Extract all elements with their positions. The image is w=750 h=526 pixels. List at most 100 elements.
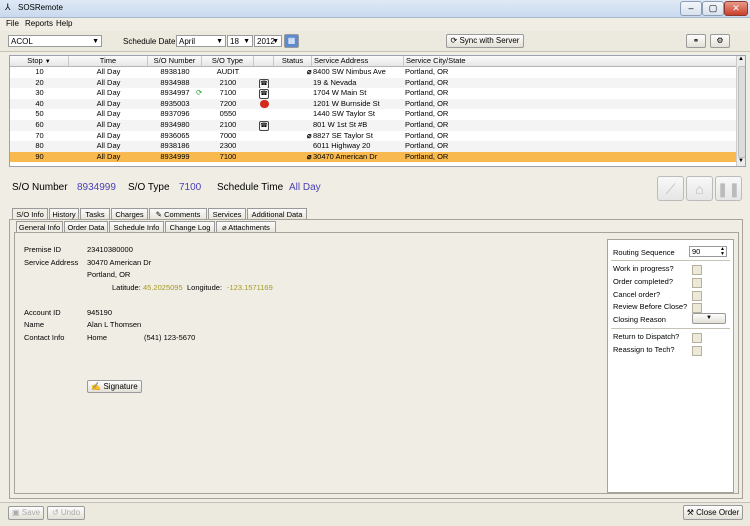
cell-type: 2100 bbox=[219, 77, 237, 87]
column-so-type[interactable]: S/O Type bbox=[202, 56, 254, 66]
spinner-arrows-icon[interactable]: ▲ ▼ bbox=[720, 247, 725, 257]
year-select[interactable]: 2012 ▼ bbox=[254, 35, 282, 47]
work-in-progress-checkbox[interactable] bbox=[692, 265, 702, 275]
column-stop[interactable]: Stop ▼ bbox=[10, 56, 69, 66]
menu-file[interactable]: File bbox=[6, 19, 19, 28]
table-row[interactable]: 20 All Day 8934988 2100 19 & Nevada Portland,… bbox=[10, 77, 737, 89]
table-row[interactable]: 50 All Day 8937096 0550 1440 SW Taylor St Por… bbox=[10, 109, 737, 120]
tab-tasks[interactable]: Tasks bbox=[80, 208, 110, 219]
return-to-dispatch-label: Return to Dispatch? bbox=[613, 332, 680, 341]
column-icon[interactable] bbox=[254, 56, 274, 66]
subtab-change-log[interactable]: Change Log bbox=[165, 221, 215, 232]
scroll-down-icon[interactable]: ▼ bbox=[737, 158, 745, 166]
cell-city: Portland, OR bbox=[405, 77, 449, 87]
menu-reports[interactable]: Reports bbox=[25, 19, 53, 28]
sync-icon: ⟳ bbox=[450, 36, 458, 45]
subtab-order-data[interactable]: Order Data bbox=[64, 221, 108, 232]
undo-button[interactable]: ↺ Undo bbox=[47, 506, 85, 520]
save-label: Save bbox=[21, 508, 41, 517]
table-row[interactable]: 90 All Day 8934999 7100 30470 American Dr Por… bbox=[10, 151, 737, 163]
closing-reason-select[interactable]: ▼ bbox=[692, 313, 726, 324]
route-button[interactable]: ⟋ bbox=[657, 176, 684, 201]
subtab-schedule-info[interactable]: Schedule Info bbox=[109, 221, 164, 232]
pause-icon: ❚❚ bbox=[716, 181, 741, 197]
table-row[interactable]: 60 All Day 8934980 2100 801 W 1st St #B Portl… bbox=[10, 120, 737, 131]
chevron-down-icon: ▼ bbox=[706, 315, 712, 321]
calendar-button[interactable]: ▦ bbox=[284, 34, 299, 48]
tab-additional-data[interactable]: Additional Data bbox=[247, 208, 307, 219]
tab-charges[interactable]: Charges bbox=[111, 208, 148, 219]
reassign-to-tech-checkbox[interactable] bbox=[692, 346, 702, 356]
column-service-address[interactable]: Service Address bbox=[312, 56, 404, 66]
scroll-thumb[interactable] bbox=[738, 66, 745, 158]
status-bar: ▣ Save ↺ Undo ⚒ Close Order bbox=[0, 502, 750, 526]
binoculars-icon: ⚭ bbox=[692, 36, 700, 45]
save-button[interactable]: ▣ Save bbox=[8, 506, 44, 520]
schedule-time-value: All Day bbox=[289, 182, 321, 193]
cell-so: 8935003 bbox=[160, 98, 190, 108]
address-line2: Portland, OR bbox=[87, 270, 131, 279]
cancel-order-label: Cancel order? bbox=[613, 290, 661, 299]
cell-so: 8936065 bbox=[160, 130, 190, 140]
title-bar: ⅄ SOSRemote – ▢ ✕ bbox=[0, 0, 750, 18]
account-id-value: 945190 bbox=[87, 308, 113, 317]
routing-sequence-spinner[interactable]: 90 ▲ ▼ bbox=[689, 246, 727, 257]
sync-with-server-button[interactable]: ⟳ Sync with Server bbox=[446, 34, 524, 48]
cell-time: All Day bbox=[96, 120, 121, 129]
tab-comments[interactable]: ✎ Comments bbox=[149, 208, 207, 219]
table-row[interactable]: 10 All Day 8938180 AUDIT 8400 SW Nimbus Ave P… bbox=[10, 67, 737, 78]
column-status[interactable]: Status bbox=[274, 56, 312, 66]
cancel-order-checkbox[interactable] bbox=[692, 291, 702, 301]
cell-so: 8934980 bbox=[160, 120, 190, 129]
signature-button[interactable]: ✍ Signature bbox=[87, 380, 142, 393]
settings-button[interactable]: ⚙ bbox=[710, 34, 730, 48]
column-so-number[interactable]: S/O Number bbox=[148, 56, 202, 66]
column-time[interactable]: Time bbox=[69, 56, 148, 66]
schedule-date-label: Schedule Date bbox=[123, 37, 176, 46]
binoculars-button[interactable]: ⚭ bbox=[686, 34, 706, 48]
cell-city: Portland, OR bbox=[405, 120, 449, 129]
column-service-city-state[interactable]: Service City/State bbox=[404, 56, 737, 66]
month-select[interactable]: April ▼ bbox=[176, 35, 226, 47]
office-select[interactable]: ACOL ▼ bbox=[8, 35, 102, 47]
table-header: Stop ▼ Time S/O Number S/O Type Status S… bbox=[10, 56, 737, 67]
name-label: Name bbox=[24, 320, 45, 329]
minimize-button[interactable]: – bbox=[680, 1, 702, 16]
tab-history[interactable]: History bbox=[49, 208, 79, 219]
cell-city: Portland, OR bbox=[405, 151, 449, 161]
menu-help[interactable]: Help bbox=[56, 19, 72, 28]
review-before-close-checkbox[interactable] bbox=[692, 303, 702, 313]
maximize-button[interactable]: ▢ bbox=[702, 1, 724, 16]
subtab-general-info[interactable]: General Info bbox=[16, 221, 63, 232]
table-row[interactable]: 40 All Day 8935003 7200 1201 W Burnside St Po… bbox=[10, 98, 737, 110]
cell-type: 2100 bbox=[219, 120, 237, 129]
table-row[interactable]: 80 All Day 8938186 2300 6011 Highway 20 Portl… bbox=[10, 141, 737, 152]
return-to-dispatch-checkbox[interactable] bbox=[692, 333, 702, 343]
phone-icon: ☎ bbox=[259, 78, 269, 89]
day-select[interactable]: 18 ▼ bbox=[227, 35, 253, 47]
pause-button[interactable]: ❚❚ bbox=[715, 176, 742, 201]
subtab-attachments[interactable]: ⌀ Attachments bbox=[216, 221, 276, 232]
cell-time: All Day bbox=[96, 109, 121, 119]
table-row[interactable]: 30 All Day 8934997 7100 1704 W Main St Portla… bbox=[10, 88, 737, 99]
work-in-progress-label: Work in progress? bbox=[613, 264, 674, 273]
arrive-button[interactable]: ⌂ bbox=[686, 176, 713, 201]
so-type-label: S/O Type bbox=[128, 182, 170, 193]
sync-icon: ⟳ bbox=[196, 88, 203, 98]
longitude-value: -123.1571169 bbox=[227, 283, 273, 292]
order-completed-checkbox[interactable] bbox=[692, 278, 702, 288]
premise-id-label: Premise ID bbox=[24, 245, 62, 254]
scroll-up-icon[interactable]: ▲ bbox=[737, 56, 745, 64]
schedule-table: Stop ▼ Time S/O Number S/O Type Status S… bbox=[9, 55, 746, 167]
tab-services[interactable]: Services bbox=[208, 208, 246, 219]
cell-addr: 8400 SW Nimbus Ave bbox=[313, 67, 386, 76]
cell-type: AUDIT bbox=[216, 67, 240, 76]
table-scrollbar[interactable]: ▲ ▼ bbox=[736, 56, 745, 166]
close-window-button[interactable]: ✕ bbox=[724, 1, 748, 16]
cell-time: All Day bbox=[96, 98, 121, 108]
close-order-button[interactable]: ⚒ Close Order bbox=[683, 505, 743, 520]
table-row[interactable]: 70 All Day 8936065 7000 8827 SE Taylor St Por… bbox=[10, 131, 737, 142]
close-order-icon: ⚒ bbox=[686, 508, 694, 517]
cell-stop: 80 bbox=[35, 141, 44, 151]
undo-label: Undo bbox=[60, 508, 81, 517]
